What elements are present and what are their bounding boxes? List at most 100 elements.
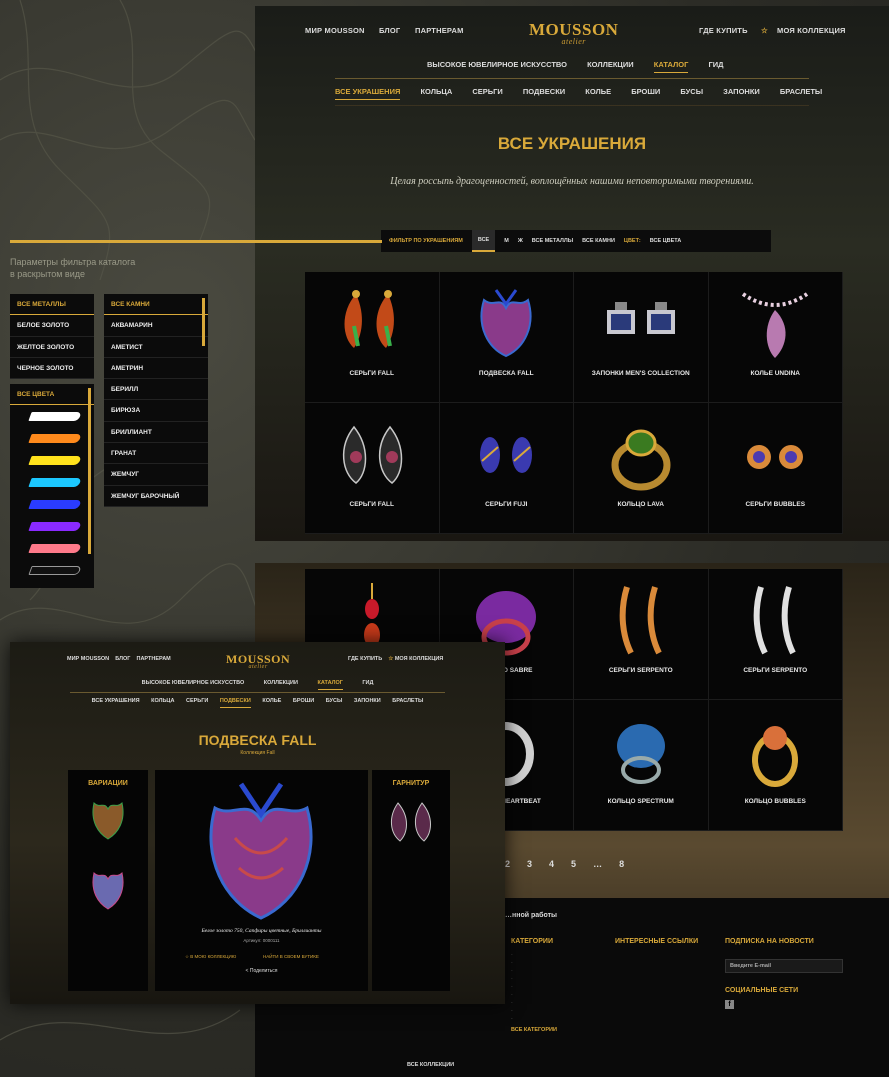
footer-all-collections[interactable]: ВСЕ КОЛЛЕКЦИИ — [407, 1062, 454, 1068]
product-card[interactable]: ЗАПОНКИ MEN'S COLLECTION — [574, 272, 709, 403]
cat-nav-item[interactable]: ЗАПОНКИ — [723, 87, 760, 96]
cat-nav-item-pendants[interactable]: ПОДВЕСКИ — [219, 698, 251, 708]
product-card[interactable]: СЕРЬГИ FALL — [305, 272, 440, 403]
add-to-collection-button[interactable]: ☆ В МОЮ КОЛЛЕКЦИЮ — [185, 954, 236, 960]
cat-nav-item[interactable]: КОЛЬЦА — [151, 698, 174, 704]
detail-main-nav: МИР MOUSSON БЛОГ ПАРТНЕРАМ — [67, 656, 171, 662]
cat-nav-item[interactable]: СЕРЬГИ — [186, 698, 208, 704]
nav-mir[interactable]: МИР MOUSSON — [305, 26, 365, 35]
variation-thumbnails[interactable] — [68, 787, 148, 947]
filter-female[interactable]: Ж — [518, 238, 523, 244]
nav-my-collection[interactable]: МОЯ КОЛЛЕКЦИЯ — [777, 26, 846, 35]
product-collection[interactable]: Коллекция Fall — [10, 750, 505, 756]
nav-my-collection[interactable]: МОЯ КОЛЛЕКЦИЯ — [395, 656, 443, 662]
logo[interactable]: MOUSSON atelier — [529, 20, 618, 46]
filter-male[interactable]: М — [504, 238, 509, 244]
filter-colors[interactable]: ВСЕ ЦВЕТА — [650, 238, 682, 244]
stone-option[interactable]: БРИЛЛИАНТ — [104, 422, 208, 444]
page-link[interactable]: 5 — [571, 859, 576, 869]
color-swatch[interactable] — [10, 405, 94, 427]
footer-all-cats[interactable]: ВСЕ КАТЕГОРИИ — [511, 1027, 557, 1033]
stone-option[interactable]: АКВАМАРИН — [104, 315, 208, 337]
stone-option[interactable]: ЖЕМЧУГ БАРОЧНЫЙ — [104, 486, 208, 507]
cat-nav-item[interactable]: КОЛЬЦА — [420, 87, 452, 96]
product-card[interactable]: КОЛЬЦО SPECTRUM — [574, 700, 709, 831]
metal-option[interactable]: ЖЕЛТОЕ ЗОЛОТО — [10, 337, 94, 358]
share-button[interactable]: < Поделиться — [155, 968, 368, 974]
page-link[interactable]: 4 — [549, 859, 554, 869]
cat-nav-item[interactable]: БУСЫ — [680, 87, 703, 96]
email-input[interactable]: Введите E-mail — [725, 959, 843, 973]
color-option-all[interactable]: ВСЕ ЦВЕТА — [10, 384, 94, 406]
stone-option[interactable]: БЕРИЛЛ — [104, 379, 208, 401]
cat-nav-item[interactable]: КОЛЬЕ — [262, 698, 281, 704]
cat-nav-item-all[interactable]: ВСЕ УКРАШЕНИЯ — [335, 87, 401, 100]
product-card[interactable]: КОЛЬЦО LAVA — [574, 403, 709, 534]
sub-nav-item[interactable]: КОЛЛЕКЦИИ — [587, 60, 634, 69]
color-swatch[interactable] — [10, 449, 94, 471]
nav-partners[interactable]: ПАРТНЕРАМ — [136, 656, 170, 662]
sub-nav-item[interactable]: ГИД — [362, 680, 373, 686]
cat-nav-item[interactable]: БУСЫ — [326, 698, 343, 704]
filter-stones[interactable]: ВСЕ КАМНИ — [582, 238, 615, 244]
nav-where-buy[interactable]: ГДЕ КУПИТЬ — [348, 656, 382, 662]
stone-option[interactable]: БИРЮЗА — [104, 400, 208, 422]
page-link[interactable]: 8 — [619, 859, 624, 869]
logo[interactable]: MOUSSON atelier — [226, 652, 290, 670]
color-swatch[interactable] — [10, 559, 94, 581]
earrings-image — [619, 586, 662, 655]
sub-nav-item-catalog[interactable]: КАТАЛОГ — [653, 60, 689, 73]
color-swatch[interactable] — [10, 427, 94, 449]
color-swatch[interactable] — [10, 537, 94, 559]
product-card[interactable]: СЕРЬГИ SERPENTO — [574, 569, 709, 700]
color-swatch[interactable] — [10, 493, 94, 515]
cat-nav-item[interactable]: ВСЕ УКРАШЕНИЯ — [92, 698, 140, 704]
scrollbar[interactable] — [202, 298, 205, 346]
color-swatch[interactable] — [10, 515, 94, 537]
cat-nav-item[interactable]: ЗАПОНКИ — [354, 698, 381, 704]
page-link[interactable]: 2 — [505, 859, 510, 869]
metal-option[interactable]: БЕЛОЕ ЗОЛОТО — [10, 315, 94, 337]
sub-nav-item[interactable]: ГИД — [708, 60, 723, 69]
filter-label: ФИЛЬТР ПО УКРАШЕНИЯМ — [389, 238, 463, 244]
product-card[interactable]: ПОДВЕСКА FALL — [439, 272, 574, 403]
cat-nav-item[interactable]: БРОШИ — [631, 87, 660, 96]
nav-where-buy[interactable]: ГДЕ КУПИТЬ — [699, 26, 748, 35]
product-card[interactable]: СЕРЬГИ FALL — [305, 403, 440, 534]
nav-blog[interactable]: БЛОГ — [379, 26, 400, 35]
set-earrings-thumbnail[interactable] — [372, 787, 450, 847]
product-card[interactable]: КОЛЬЕ UNDINA — [708, 272, 843, 403]
cat-nav-item[interactable]: БРАСЛЕТЫ — [780, 87, 822, 96]
filter-all[interactable]: ВСЕ — [471, 230, 496, 252]
sub-nav-item[interactable]: ВЫСОКОЕ ЮВЕЛИРНОЕ ИСКУССТВО — [142, 680, 245, 686]
product-card[interactable]: СЕРЬГИ BUBBLES — [708, 403, 843, 534]
nav-blog[interactable]: БЛОГ — [115, 656, 130, 662]
cat-nav-item[interactable]: КОЛЬЕ — [585, 87, 611, 96]
nav-partners[interactable]: ПАРТНЕРАМ — [415, 26, 464, 35]
scrollbar[interactable] — [88, 388, 91, 554]
stone-option[interactable]: ЖЕМЧУГ — [104, 464, 208, 486]
find-in-boutique-button[interactable]: НАЙТИ В СВОЕМ БУТИКЕ — [263, 954, 319, 959]
sub-nav-item[interactable]: КОЛЛЕКЦИИ — [264, 680, 298, 686]
stone-option[interactable]: АМЕТРИН — [104, 358, 208, 380]
sub-nav-item-catalog[interactable]: КАТАЛОГ — [317, 680, 343, 690]
metal-option-all[interactable]: ВСЕ МЕТАЛЛЫ — [10, 294, 94, 316]
cat-nav-item[interactable]: ПОДВЕСКИ — [523, 87, 565, 96]
metal-option[interactable]: ЧЕРНОЕ ЗОЛОТО — [10, 358, 94, 380]
sub-nav-item[interactable]: ВЫСОКОЕ ЮВЕЛИРНОЕ ИСКУССТВО — [427, 60, 567, 69]
product-card[interactable]: КОЛЬЦО BUBBLES — [708, 700, 843, 831]
facebook-icon[interactable]: f — [725, 1000, 734, 1009]
page-link[interactable]: 3 — [527, 859, 532, 869]
cat-nav-item[interactable]: БРОШИ — [293, 698, 314, 704]
stone-option-all[interactable]: ВСЕ КАМНИ — [104, 294, 208, 316]
cat-nav-item[interactable]: СЕРЬГИ — [472, 87, 502, 96]
footer-links: ИНТЕРЕСНЫЕ ССЫЛКИ — [615, 938, 698, 951]
cat-nav-item[interactable]: БРАСЛЕТЫ — [392, 698, 423, 704]
stone-option[interactable]: АМЕТИСТ — [104, 337, 208, 358]
product-card[interactable]: СЕРЬГИ FUJI — [439, 403, 574, 534]
nav-mir[interactable]: МИР MOUSSON — [67, 656, 109, 662]
stone-option[interactable]: ГРАНАТ — [104, 443, 208, 465]
color-swatch[interactable] — [10, 471, 94, 493]
product-card[interactable]: СЕРЬГИ SERPENTO — [708, 569, 843, 700]
filter-metals[interactable]: ВСЕ МЕТАЛЛЫ — [532, 238, 573, 244]
